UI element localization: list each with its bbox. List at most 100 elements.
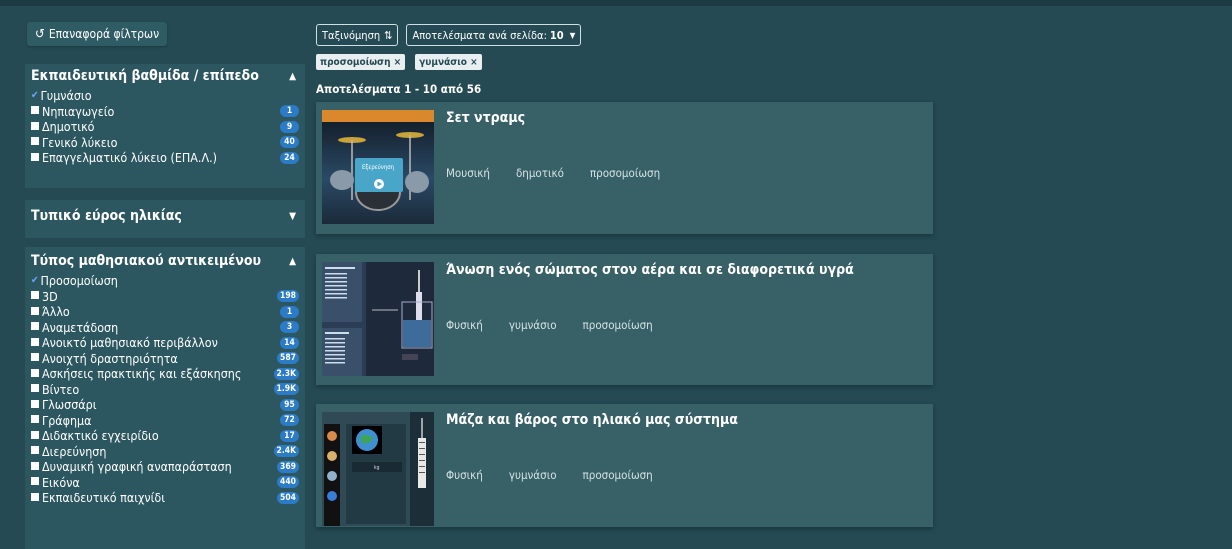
facet-option-label-wrap: Εκπαιδευτικό παιχνίδι	[31, 490, 165, 505]
result-title[interactable]: Μάζα και βάρος στο ηλιακό μας σύστημα	[446, 412, 738, 428]
result-tags: Μουσική δημοτικό προσομοίωση	[446, 166, 660, 180]
tag[interactable]: προσομοίωση	[583, 318, 653, 332]
checkbox-icon[interactable]	[31, 121, 39, 130]
result-thumbnail[interactable]: kg	[322, 412, 434, 526]
tag[interactable]: δημοτικό	[516, 166, 564, 180]
checkbox-icon[interactable]	[31, 477, 39, 486]
facet-option[interactable]: Δημοτικό 9	[31, 119, 299, 135]
checkbox-icon[interactable]	[31, 152, 39, 161]
facet-option[interactable]: Εκπαιδευτικό παιχνίδι 504	[31, 490, 299, 506]
facet-option[interactable]: Βίντεο 1.9K	[31, 382, 299, 398]
filter-chip-gymnasium[interactable]: γυμνάσιο ×	[415, 54, 482, 70]
facet-option-label-wrap: 3D	[31, 289, 58, 304]
result-card[interactable]: Άνωση ενός σώματος στον αέρα και σε διαφ…	[316, 254, 933, 385]
facet-option-label-wrap: Βίντεο	[31, 382, 79, 397]
facet-option[interactable]: ✔ Γυμνάσιο	[31, 88, 299, 104]
facet-option[interactable]: 3D 198	[31, 289, 299, 305]
facet-option-label-wrap: Επαγγελματικό λύκειο (ΕΠΑ.Λ.)	[31, 150, 217, 165]
facet-option[interactable]: Γλωσσάρι 95	[31, 397, 299, 413]
result-title[interactable]: Άνωση ενός σώματος στον αέρα και σε διαφ…	[446, 262, 854, 278]
tag[interactable]: Φυσική	[446, 318, 483, 332]
checkbox-icon[interactable]	[31, 384, 39, 393]
facet-option[interactable]: Ασκήσεις πρακτικής και εξάσκησης 2.3K	[31, 366, 299, 382]
count-badge: 72	[280, 414, 299, 427]
checkbox-icon[interactable]	[31, 306, 39, 315]
count-badge: 2.3K	[273, 367, 299, 380]
checkbox-icon[interactable]	[31, 430, 39, 439]
facet-option-label: Άλλο	[42, 304, 70, 320]
facet-option[interactable]: Ανοικτό μαθησιακό περιβάλλον 14	[31, 335, 299, 351]
facet-header[interactable]: Εκπαιδευτική βαθμίδα / επίπεδο ▲	[25, 64, 305, 88]
checkbox-icon[interactable]	[31, 353, 39, 362]
active-filters: προσομοίωση × γυμνάσιο ×	[316, 54, 482, 70]
facet-option-label: Εικόνα	[42, 474, 80, 490]
checkbox-icon[interactable]	[31, 291, 39, 300]
checkbox-checked-icon[interactable]: ✔	[31, 273, 39, 288]
chevron-up-icon[interactable]: ▲	[289, 71, 296, 82]
facet-option-label-wrap: Ανοιχτή δραστηριότητα	[31, 351, 178, 366]
checkbox-checked-icon[interactable]: ✔	[31, 88, 39, 103]
count-badge: 24	[280, 151, 299, 164]
reset-filters-label: Επαναφορά φίλτρων	[48, 27, 160, 41]
facet-option[interactable]: Δυναμική γραφική αναπαράσταση 369	[31, 459, 299, 475]
facet-option[interactable]: Αναμετάδοση 3	[31, 320, 299, 336]
sort-button[interactable]: Ταξινόμηση ⇅	[316, 24, 399, 46]
facet-title: Τύπος μαθησιακού αντικειμένου	[31, 253, 262, 269]
count-badge: 1	[280, 105, 299, 118]
checkbox-icon[interactable]	[31, 137, 39, 146]
facet-option-label: Γλωσσάρι	[42, 397, 97, 413]
reset-icon: ↺	[35, 26, 45, 42]
result-card[interactable]: Εξερεύνηση Σετ ντραμς Μουσική δημοτικό π…	[316, 102, 933, 234]
facet-option[interactable]: Επαγγελματικό λύκειο (ΕΠΑ.Λ.) 24	[31, 150, 299, 166]
facet-option[interactable]: Διδακτικό εγχειρίδιο 17	[31, 428, 299, 444]
checkbox-icon[interactable]	[31, 446, 39, 455]
facet-header[interactable]: Τύπος μαθησιακού αντικειμένου ▲	[25, 249, 305, 273]
checkbox-icon[interactable]	[31, 337, 39, 346]
facet-option-label: Αναμετάδοση	[42, 319, 119, 335]
count-badge: 587	[277, 352, 299, 365]
checkbox-icon[interactable]	[31, 415, 39, 424]
result-thumbnail[interactable]	[322, 262, 434, 376]
tag[interactable]: προσομοίωση	[590, 166, 660, 180]
thumbnail-label: Εξερεύνηση	[362, 164, 395, 171]
result-thumbnail[interactable]: Εξερεύνηση	[322, 110, 434, 224]
facet-option-label-wrap: ✔ Προσομοίωση	[31, 273, 118, 288]
facet-option[interactable]: Εικόνα 440	[31, 475, 299, 491]
chevron-up-icon[interactable]: ▲	[289, 256, 296, 267]
checkbox-icon[interactable]	[31, 461, 39, 470]
facet-header[interactable]: Τυπικό εύρος ηλικίας ▼	[25, 204, 305, 228]
tag[interactable]: Φυσική	[446, 468, 483, 482]
facet-option-label-wrap: Αναμετάδοση	[31, 320, 118, 335]
facet-option[interactable]: Γενικό λύκειο 40	[31, 135, 299, 151]
facet-option-label: Ανοιχτή δραστηριότητα	[42, 350, 178, 366]
checkbox-icon[interactable]	[31, 322, 39, 331]
chevron-down-icon[interactable]: ▼	[289, 211, 296, 222]
facet-option-label-wrap: Γενικό λύκειο	[31, 135, 117, 150]
tag[interactable]: Μουσική	[446, 166, 490, 180]
facet-option[interactable]: Ανοιχτή δραστηριότητα 587	[31, 351, 299, 367]
per-page-select[interactable]: Αποτελέσματα ανά σελίδα: 10 ▼	[406, 24, 582, 46]
checkbox-icon[interactable]	[31, 106, 39, 115]
result-title[interactable]: Σετ ντραμς	[446, 110, 525, 126]
count-badge: 40	[280, 136, 299, 149]
reset-filters-button[interactable]: ↺ Επαναφορά φίλτρων	[27, 22, 168, 46]
checkbox-icon[interactable]	[31, 399, 39, 408]
tag[interactable]: γυμνάσιο	[509, 318, 557, 332]
result-card[interactable]: kg Μάζα και βάρος στο ηλιακό μας σύστημα…	[316, 404, 933, 527]
facet-option-label-wrap: ✔ Γυμνάσιο	[31, 88, 92, 103]
tag[interactable]: προσομοίωση	[583, 468, 653, 482]
facet-option-label-wrap: Γράφημα	[31, 413, 92, 428]
tag[interactable]: γυμνάσιο	[509, 468, 557, 482]
checkbox-icon[interactable]	[31, 368, 39, 377]
facet-option[interactable]: Διερεύνηση 2.4K	[31, 444, 299, 460]
facet-option[interactable]: Γράφημα 72	[31, 413, 299, 429]
count-badge: 17	[280, 429, 299, 442]
facet-option[interactable]: Νηπιαγωγείο 1	[31, 104, 299, 120]
facet-option[interactable]: Άλλο 1	[31, 304, 299, 320]
count-badge: 1.9K	[273, 383, 299, 396]
filter-chip-simulation[interactable]: προσομοίωση ×	[316, 54, 406, 70]
checkbox-icon[interactable]	[31, 492, 39, 501]
facet-option[interactable]: ✔ Προσομοίωση	[31, 273, 299, 289]
buoyancy-simulation-image	[322, 262, 434, 376]
top-strip	[0, 0, 1232, 6]
